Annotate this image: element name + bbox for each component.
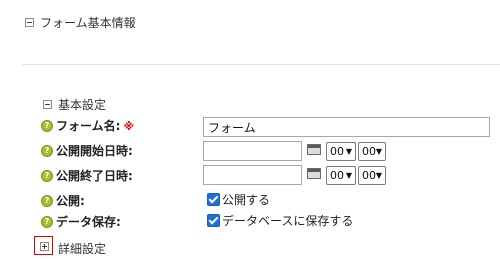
collapse-icon[interactable] [25, 18, 34, 27]
start-date-input[interactable] [203, 141, 302, 161]
form-info-title: フォーム基本情報 [40, 16, 136, 30]
required-mark: ※ [123, 120, 135, 133]
end-hour-select[interactable]: 00 ▼ [326, 166, 356, 185]
end-minute-select[interactable]: 00 ▼ [358, 166, 386, 185]
dropdown-arrow-icon: ▼ [345, 171, 352, 180]
start-datetime-label: 公開開始日時: [56, 144, 133, 158]
calendar-icon[interactable] [307, 168, 321, 179]
dropdown-arrow-icon: ▼ [375, 147, 382, 156]
calendar-icon[interactable] [307, 144, 321, 155]
publish-checkbox-label[interactable]: 公開する [222, 191, 270, 208]
help-icon[interactable]: ? [41, 195, 53, 207]
data-save-label: データ保存: [56, 215, 121, 229]
publish-label: 公開: [56, 194, 85, 208]
advanced-settings-title[interactable]: 詳細設定 [58, 240, 106, 257]
data-save-checkbox-label[interactable]: データベースに保存する [222, 212, 353, 229]
dropdown-arrow-icon: ▼ [375, 171, 382, 180]
basic-settings-title: 基本設定 [58, 98, 107, 112]
dropdown-arrow-icon: ▼ [345, 147, 352, 156]
end-date-input[interactable] [203, 165, 302, 185]
help-icon[interactable]: ? [41, 120, 53, 132]
form-name-input[interactable] [203, 117, 490, 137]
help-icon[interactable]: ? [41, 170, 53, 182]
form-name-label: フォーム名: ※ [56, 119, 135, 133]
publish-checkbox[interactable] [207, 193, 220, 206]
expand-icon[interactable] [40, 242, 49, 251]
start-hour-select[interactable]: 00 ▼ [326, 142, 356, 161]
section-divider [22, 64, 500, 65]
start-minute-select[interactable]: 00 ▼ [358, 142, 386, 161]
collapse-icon[interactable] [43, 100, 52, 109]
help-icon[interactable]: ? [41, 216, 53, 228]
data-save-checkbox[interactable] [207, 214, 220, 227]
end-datetime-label: 公開終了日時: [56, 169, 133, 183]
help-icon[interactable]: ? [41, 145, 53, 157]
